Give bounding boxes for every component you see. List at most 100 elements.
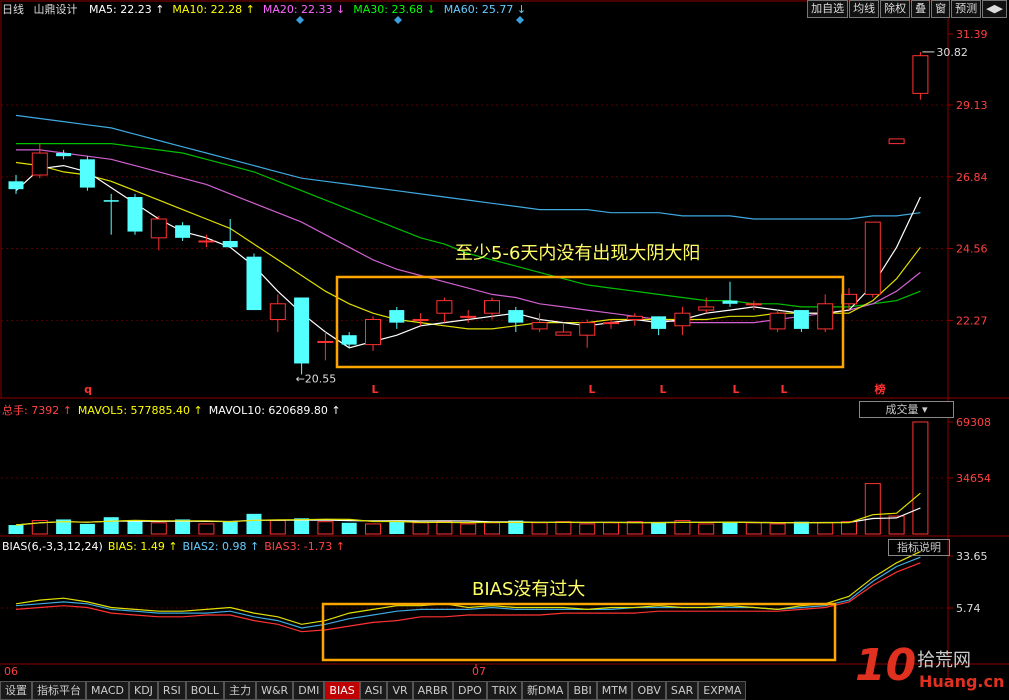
volume-selector[interactable]: 成交量 ▾ xyxy=(859,401,954,418)
candle-up xyxy=(460,315,477,318)
candle-down xyxy=(341,335,357,345)
indicator-tab[interactable]: 设置 xyxy=(0,681,32,700)
indicator-tab[interactable]: BBI xyxy=(568,681,597,700)
indicator-tab[interactable]: 主力 xyxy=(224,681,257,700)
candle-up xyxy=(31,152,48,176)
price-panel-frame xyxy=(0,0,949,399)
candle-down xyxy=(793,310,809,329)
indicator-tab[interactable]: BOLL xyxy=(185,681,225,700)
volume-bar-down xyxy=(341,522,357,534)
chevron-down-icon: ▾ xyxy=(921,403,928,416)
candle-down xyxy=(222,240,238,248)
indicator-tab[interactable]: EXPMA xyxy=(698,681,747,700)
indicator-tab[interactable]: DPO xyxy=(453,681,487,700)
volume-bar-up xyxy=(317,521,334,535)
ma-legend-item: MA30: 23.68 ↓ xyxy=(353,3,436,16)
indicator-tab[interactable]: ARBR xyxy=(412,681,454,700)
volume-bar-down xyxy=(127,520,143,534)
indicator-tab[interactable]: KDJ xyxy=(128,681,158,700)
volume-bar-down xyxy=(79,523,95,534)
toolbar-button[interactable]: 加自选 xyxy=(807,0,849,18)
toolbar-button[interactable]: 均线 xyxy=(849,0,880,18)
candle-up xyxy=(579,322,596,336)
indicator-tab[interactable]: 指标平台 xyxy=(32,681,86,700)
indicator-tab[interactable]: MTM xyxy=(596,681,633,700)
bias-legend-b1: BIAS: 1.49 ↑ xyxy=(107,540,178,553)
ma-legend: MA5: 22.23 ↑ MA10: 22.28 ↑ MA20: 22.33 ↓ MA… xyxy=(81,3,526,16)
indicator-tab[interactable]: 新DMA xyxy=(521,681,569,700)
toolbar-button[interactable]: 除权 xyxy=(880,0,911,18)
ma60-line xyxy=(15,114,921,220)
annotation-candle-text: 至少5-6天内没有出现大阴大阳 xyxy=(455,243,700,264)
price-axis-label: 26.84 xyxy=(956,171,988,184)
candle-up xyxy=(365,318,381,346)
volume-axis-label: 34654 xyxy=(956,472,991,485)
volume-bar-up xyxy=(817,522,834,535)
indicator-tab[interactable]: MACD xyxy=(86,681,129,700)
event-diamond-icon xyxy=(516,16,524,24)
volume-bar-up xyxy=(912,421,929,535)
indicator-tabs: 设置 指标平台 MACD KDJ RSI BOLL 主力 W&R DMI BIAS ASI VR ARB… xyxy=(0,681,860,700)
volume-legend-total: 总手: 7392 ↑ xyxy=(2,404,72,417)
volume-legend-mavol5: MAVOL5: 577885.40 ↑ xyxy=(77,404,203,417)
indicator-tab[interactable]: VR xyxy=(387,681,413,700)
indicator-help-button[interactable]: 指标说明 xyxy=(888,539,950,556)
indicator-tab[interactable]: BIAS xyxy=(324,681,360,700)
volume-legend-mavol10: MAVOL10: 620689.80 ↑ xyxy=(208,404,341,417)
watermark-number: 10 xyxy=(855,640,917,691)
watermark-brand: 拾荒网 xyxy=(917,650,971,671)
candle-up xyxy=(603,322,619,325)
candle-up xyxy=(817,303,834,330)
date-label: 06 xyxy=(4,665,18,678)
period-label[interactable]: 日线 xyxy=(2,3,24,16)
candle-up xyxy=(531,322,548,330)
toolbar-button[interactable]: ◀▶ xyxy=(982,0,1007,18)
indicator-tab[interactable]: ASI xyxy=(359,681,388,700)
candle-up xyxy=(436,300,453,314)
volume-bar-up xyxy=(555,521,572,535)
candle-down xyxy=(651,316,667,329)
volume-bar-up xyxy=(745,522,762,535)
indicator-tab[interactable]: TRIX xyxy=(486,681,522,700)
low-price-label: ←20.55 xyxy=(296,372,337,385)
candle-down xyxy=(56,153,72,157)
candle-down xyxy=(246,256,262,311)
indicator-tab[interactable]: W&R xyxy=(256,681,294,700)
price-header: 日线 山鼎设计 MA5: 22.23 ↑ MA10: 22.28 ↑ MA20: 2… xyxy=(2,1,526,17)
volume-bar-up xyxy=(841,521,857,535)
indicator-tab[interactable]: RSI xyxy=(157,681,186,700)
candle-down xyxy=(79,159,95,188)
volume-header: 总手: 7392 ↑ MAVOL5: 577885.40 ↑ MAVOL10: 62… xyxy=(2,402,347,418)
volume-bar-up xyxy=(864,483,881,535)
candle-down xyxy=(508,310,524,323)
date-label: 07 xyxy=(472,665,486,678)
candle-up xyxy=(674,312,691,327)
candle-down xyxy=(8,181,24,190)
toolbar-button[interactable]: 预测 xyxy=(951,0,982,18)
toolbar-button[interactable]: 窗 xyxy=(931,0,951,18)
volume-bar-down xyxy=(389,520,405,534)
volume-bar-up xyxy=(198,523,215,535)
toolbar-button[interactable]: 叠 xyxy=(911,0,931,18)
ma-legend-item: MA20: 22.33 ↓ xyxy=(262,3,346,16)
candle-up xyxy=(626,315,643,320)
bias-legend-title: BIAS(6,-3,3,12,24) xyxy=(2,540,103,553)
stock-name: 山鼎设计 xyxy=(33,3,78,16)
volume-bar-down xyxy=(8,525,24,534)
bias-axis-label: 5.74 xyxy=(956,602,981,615)
volume-bar-up xyxy=(531,522,548,535)
indicator-tab[interactable]: DMI xyxy=(293,681,325,700)
volume-bar-up xyxy=(888,515,905,535)
candle-up xyxy=(484,300,500,314)
indicator-tab[interactable]: OBV xyxy=(632,681,666,700)
signal-marker: 榜 xyxy=(875,382,886,396)
candle-up xyxy=(769,312,786,330)
candle-up xyxy=(864,221,881,295)
high-price-label: 30.82 xyxy=(936,46,968,59)
signal-marker: q xyxy=(84,383,92,396)
indicator-tab[interactable]: SAR xyxy=(665,681,699,700)
bias-header: BIAS(6,-3,3,12,24) BIAS: 1.49 ↑ BIAS2: 0.9… xyxy=(2,540,350,553)
candle-down xyxy=(103,200,119,202)
volume-bar-up xyxy=(579,523,596,535)
candle-down xyxy=(722,300,738,304)
